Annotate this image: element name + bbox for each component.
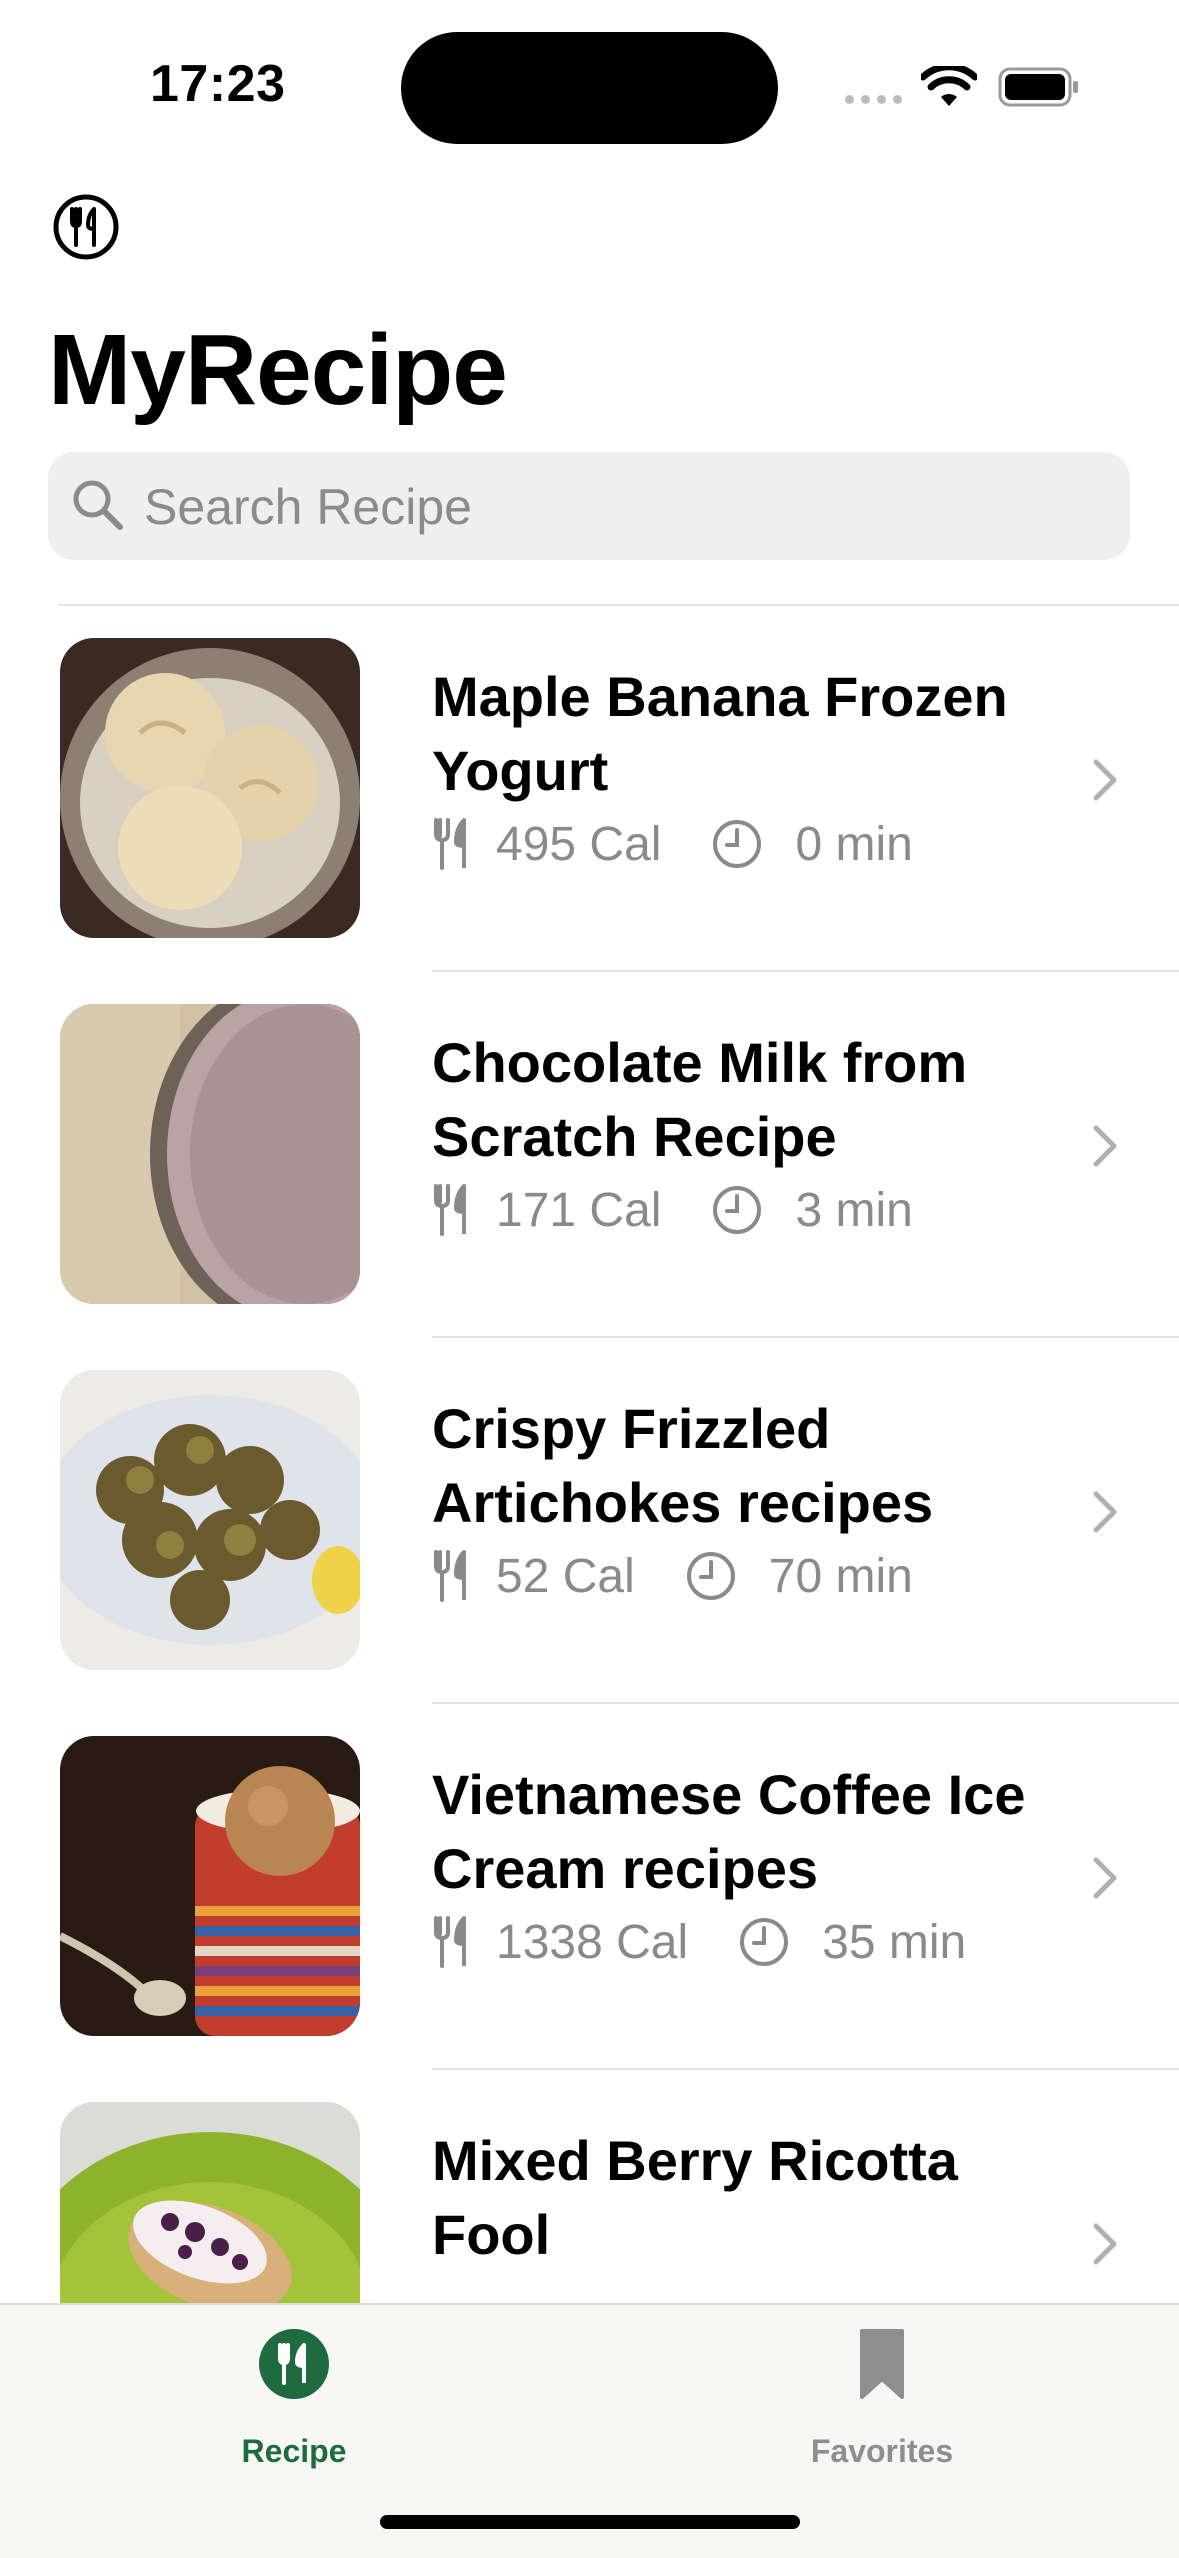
chevron-right-icon xyxy=(1093,1491,1117,1533)
home-indicator xyxy=(380,2515,800,2529)
tab-recipe[interactable]: Recipe xyxy=(94,2305,494,2505)
recipe-row[interactable]: Crispy Frizzled Artichokes recipes 52 Ca… xyxy=(0,1338,1179,1704)
recipe-title: Vietnamese Coffee Ice Cream recipes xyxy=(432,1763,1026,1900)
bookmark-icon xyxy=(860,2329,904,2399)
clock-icon xyxy=(686,1552,735,1600)
cellular-signal-icon xyxy=(845,95,905,105)
recipe-title: Crispy Frizzled Artichokes recipes xyxy=(432,1397,934,1534)
recipe-meta: 495 Cal 0 min xyxy=(432,814,913,874)
battery-icon xyxy=(998,67,1078,107)
recipe-time: 35 min xyxy=(822,1915,967,1969)
recipe-time: 0 min xyxy=(795,817,913,871)
recipe-time: 3 min xyxy=(795,1183,913,1237)
tab-favorites[interactable]: Favorites xyxy=(682,2305,1082,2505)
fork-knife-circle-icon xyxy=(259,2329,329,2399)
recipe-row[interactable]: Chocolate Milk from Scratch Recipe 171 C… xyxy=(0,972,1179,1338)
fork-knife-icon xyxy=(434,1550,466,1602)
recipe-meta: 1338 Cal 35 min xyxy=(432,1912,966,1972)
chevron-right-icon xyxy=(1093,759,1117,801)
page-title: MyRecipe xyxy=(48,314,508,426)
recipe-meta: 52 Cal 70 min xyxy=(432,1546,913,1606)
recipe-calories: 1338 Cal xyxy=(496,1915,689,1969)
clock-icon xyxy=(740,1918,789,1966)
tab-recipe-label: Recipe xyxy=(241,2433,347,2469)
recipe-title: Chocolate Milk from Scratch Recipe xyxy=(432,1031,968,1168)
chevron-right-icon xyxy=(1093,1125,1117,1167)
recipe-thumbnail-chocolate-milk xyxy=(60,1004,360,1304)
search-icon xyxy=(73,480,123,530)
recipe-meta: 171 Cal 3 min xyxy=(432,1180,913,1240)
clock-icon xyxy=(713,1186,762,1234)
clock-icon xyxy=(713,820,762,868)
recipe-title: Maple Banana Frozen Yogurt xyxy=(432,665,1008,802)
status-time: 17:23 xyxy=(150,55,286,113)
chevron-right-icon xyxy=(1093,2223,1117,2265)
recipe-title: Mixed Berry Ricotta Fool xyxy=(432,2129,958,2266)
fork-knife-circle-icon[interactable] xyxy=(52,193,120,261)
fork-knife-icon xyxy=(434,818,466,870)
recipe-thumbnail-artichokes xyxy=(60,1370,360,1670)
recipe-thumbnail-frozen-yogurt xyxy=(60,638,360,938)
wifi-icon xyxy=(921,66,977,106)
recipe-time: 70 min xyxy=(768,1549,913,1603)
recipe-calories: 171 Cal xyxy=(496,1183,662,1237)
recipe-row[interactable]: Vietnamese Coffee Ice Cream recipes 1338… xyxy=(0,1704,1179,2070)
tab-favorites-label: Favorites xyxy=(810,2433,954,2469)
dynamic-island xyxy=(401,32,778,144)
fork-knife-icon xyxy=(434,1184,466,1236)
recipe-calories: 495 Cal xyxy=(496,817,662,871)
chevron-right-icon xyxy=(1093,1857,1117,1899)
recipe-row[interactable]: Maple Banana Frozen Yogurt 495 Cal 0 min xyxy=(0,606,1179,972)
search-input[interactable] xyxy=(142,466,1046,548)
recipe-thumbnail-coffee-ice-cream xyxy=(60,1736,360,2036)
recipe-calories: 52 Cal xyxy=(496,1549,635,1603)
fork-knife-icon xyxy=(434,1916,466,1968)
